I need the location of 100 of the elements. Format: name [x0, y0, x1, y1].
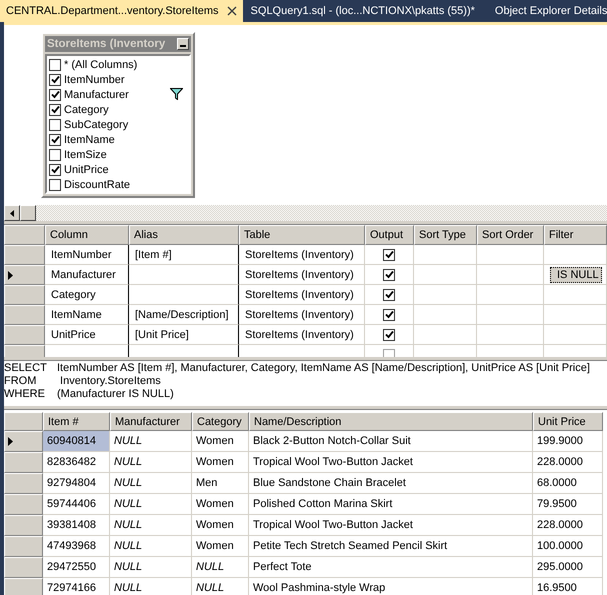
checkbox[interactable]	[49, 148, 61, 160]
null-cell: NULL	[110, 431, 192, 452]
table-cell: 228.0000	[533, 452, 603, 473]
grid-cell[interactable]: StoreItems (Inventory)	[239, 245, 365, 265]
table-cell: 79.9500	[533, 494, 603, 515]
table-cell: 39381408	[43, 515, 110, 536]
left-arrow-icon	[10, 210, 14, 216]
null-cell: NULL	[110, 494, 192, 515]
splitter-bar[interactable]	[4, 406, 607, 410]
checkbox[interactable]	[49, 88, 61, 100]
close-icon[interactable]	[226, 6, 237, 16]
checkbox[interactable]	[49, 74, 61, 86]
sql-clause: (Manufacturer IS NULL)	[57, 388, 174, 401]
table-cell: Women	[192, 515, 249, 536]
checkbox[interactable]	[49, 118, 61, 130]
grid-cell[interactable]: StoreItems (Inventory)	[239, 325, 365, 345]
document-tab[interactable]: Object Explorer Details	[488, 0, 607, 22]
checkbox[interactable]	[383, 308, 395, 320]
table-cell: 47493968	[43, 536, 110, 557]
horizontal-scrollbar[interactable]	[4, 205, 607, 221]
table-cell: 92794804	[43, 473, 110, 494]
row-selector[interactable]	[4, 265, 45, 285]
checkbox[interactable]	[49, 178, 61, 190]
table-cell: Tropical Wool Two-Button Jacket	[249, 452, 533, 473]
column-header[interactable]: Sort Type	[414, 225, 477, 245]
column-header[interactable]: Sort Order	[477, 225, 544, 245]
minimize-button[interactable]	[177, 38, 189, 50]
column-header[interactable]: Manufacturer	[110, 412, 192, 431]
column-name: UnitPrice	[64, 164, 109, 176]
header-corner	[4, 225, 45, 245]
checkbox[interactable]	[49, 134, 61, 146]
grid-cell[interactable]: IS NULL	[544, 265, 607, 285]
table-cell: Petite Tech Stretch Seamed Pencil Skirt	[249, 536, 533, 557]
table-cell: Perfect Tote	[249, 557, 533, 578]
checkbox[interactable]	[49, 58, 61, 70]
column-name: ItemName	[64, 134, 115, 146]
table-cell: Black 2-Button Notch-Collar Suit	[249, 431, 533, 452]
table-cell: 295.0000	[533, 557, 603, 578]
row-selector[interactable]	[4, 431, 43, 452]
table-cell: 68.0000	[533, 473, 603, 494]
grid-cell[interactable]: StoreItems (Inventory)	[239, 305, 365, 325]
column-name: SubCategory	[64, 118, 128, 130]
column-header[interactable]: Unit Price	[533, 412, 603, 431]
sql-clause: ItemNumber AS [Item #], Manufacturer, Category, ItemName AS [Name/Description], UnitPrice AS [Unit Price]	[57, 362, 590, 375]
table-cell: Women	[192, 431, 249, 452]
grid-cell[interactable]: Manufacturer	[45, 265, 129, 285]
table-cell: 59744406	[43, 494, 110, 515]
column-header[interactable]: Category	[192, 412, 249, 431]
grid-cell[interactable]: ItemName	[45, 305, 129, 325]
sql-keyword: SELECT	[4, 362, 48, 375]
column-header[interactable]: Name/Description	[249, 412, 533, 431]
column-header[interactable]: Table	[239, 225, 365, 245]
grid-cell[interactable]	[129, 265, 239, 285]
column-name: ItemSize	[64, 148, 107, 160]
column-header[interactable]: Alias	[129, 225, 239, 245]
null-cell: NULL	[110, 452, 192, 473]
grid-cell[interactable]: [Unit Price]	[129, 325, 239, 345]
grid-cell[interactable]: [Item #]	[129, 245, 239, 265]
document-tab[interactable]: CENTRAL.Department...ventory.StoreItems	[0, 0, 243, 22]
table-cell: 60940814	[43, 431, 110, 452]
table-cell: 228.0000	[533, 515, 603, 536]
checkbox[interactable]	[383, 328, 395, 340]
column-name: DiscountRate	[64, 178, 130, 190]
scroll-left-button[interactable]	[4, 205, 20, 221]
current-row-icon	[8, 270, 13, 280]
null-cell: NULL	[192, 557, 249, 578]
column-header[interactable]: Output	[365, 225, 414, 245]
table-cell: 29472550	[43, 557, 110, 578]
column-header[interactable]: Column	[45, 225, 129, 245]
grid-cell[interactable]: StoreItems (Inventory)	[239, 265, 365, 285]
filter-value[interactable]: IS NULL	[550, 266, 602, 282]
splitter-bar[interactable]	[4, 357, 607, 361]
table-cell: Women	[192, 494, 249, 515]
table-cell: Women	[192, 536, 249, 557]
grid-cell[interactable]: [Name/Description]	[129, 305, 239, 325]
sql-clause: Inventory.StoreItems	[59, 375, 161, 388]
column-name: * (All Columns)	[64, 58, 138, 70]
checkbox[interactable]	[383, 288, 395, 300]
table-cell: Blue Sandstone Chain Bracelet	[249, 473, 533, 494]
column-header[interactable]: Filter	[544, 225, 607, 245]
checkbox[interactable]	[49, 104, 61, 116]
checkbox[interactable]	[383, 248, 395, 260]
column-name: Manufacturer	[64, 88, 129, 100]
checkbox[interactable]	[383, 268, 395, 280]
null-cell: NULL	[110, 515, 192, 536]
table-cell: 199.9000	[533, 431, 603, 452]
document-tab[interactable]: SQLQuery1.sql - (loc...NCTIONX\pkatts (55))*	[244, 0, 481, 22]
grid-cell[interactable]	[129, 285, 239, 305]
column-name: Category	[64, 104, 109, 116]
table-cell: Men	[192, 473, 249, 494]
table-cell: 82836482	[43, 452, 110, 473]
grid-cell[interactable]: UnitPrice	[45, 325, 129, 345]
table-title: StoreItems (Inventory	[47, 38, 166, 50]
column-header[interactable]: Item #	[43, 412, 110, 431]
scroll-thumb[interactable]	[20, 205, 36, 221]
checkbox[interactable]	[49, 164, 61, 176]
grid-cell[interactable]: StoreItems (Inventory)	[239, 285, 365, 305]
null-cell: NULL	[110, 557, 192, 578]
grid-cell[interactable]: Category	[45, 285, 129, 305]
grid-cell[interactable]: ItemNumber	[45, 245, 129, 265]
